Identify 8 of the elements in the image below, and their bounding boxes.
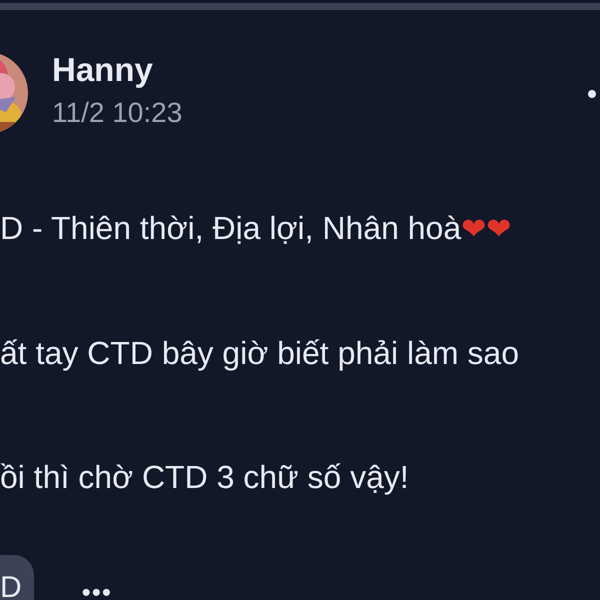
tag-chip[interactable]: D: [0, 555, 34, 600]
post-text: ồi thì chờ CTD 3 chữ số vậy!: [0, 461, 410, 493]
more-button[interactable]: •••: [82, 573, 112, 600]
post-time: 11/2 10:23: [52, 96, 184, 130]
post-text: ất tay CTD bây giờ biết phải làm sao: [0, 337, 520, 369]
more-icon[interactable]: [588, 90, 596, 98]
post-text: D - Thiên thời, Địa lợi, Nhân hoà❤❤: [0, 212, 512, 245]
author-name: Hanny: [52, 52, 154, 88]
